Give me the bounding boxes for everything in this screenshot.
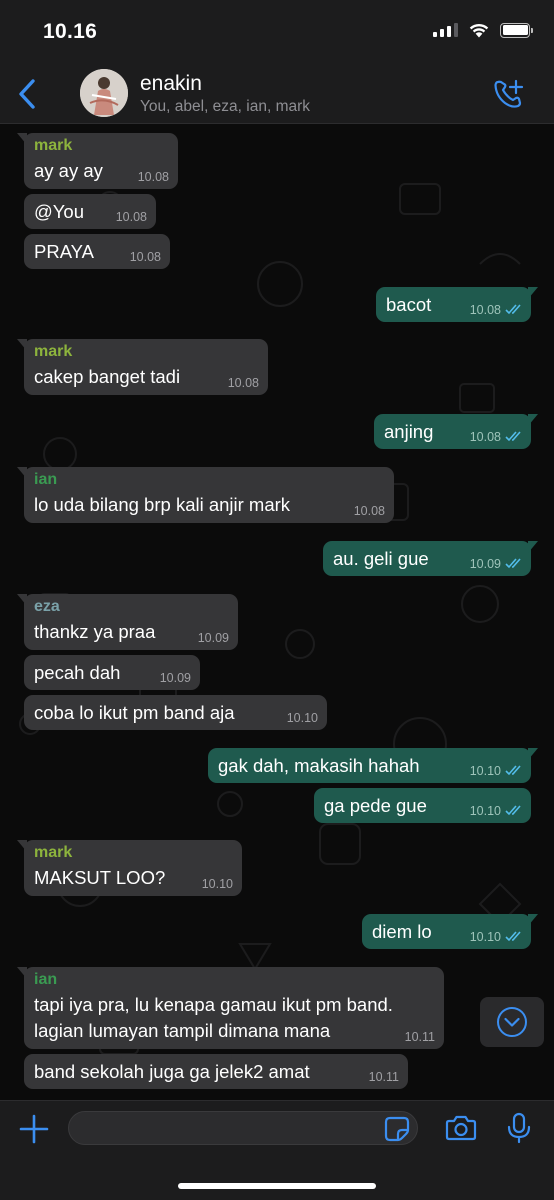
message-bubble-outgoing[interactable]: anjing 10.08 <box>374 414 538 449</box>
chat-header: enakin You, abel, eza, ian, mark <box>0 62 554 124</box>
message-time: 10.10 <box>201 877 233 891</box>
message-text: thankz ya praa <box>34 621 156 642</box>
message-bubble-outgoing[interactable]: gak dah, makasih hahah 10.10 <box>208 748 538 783</box>
attach-button[interactable] <box>18 1113 50 1145</box>
message-text: gak dah, makasih hahah <box>218 755 420 776</box>
battery-icon <box>500 22 533 38</box>
message-time: 10.08 <box>353 504 385 518</box>
message-bubble-incoming[interactable]: pecah dah 10.09 <box>24 655 200 690</box>
message-time: 10.08 <box>115 210 147 224</box>
add-call-icon <box>494 79 524 108</box>
add-call-button[interactable] <box>492 78 526 110</box>
message-time: 10.09 <box>197 631 229 645</box>
message-time: 10.10 <box>469 930 501 944</box>
message-list[interactable]: mark ay ay ay 10.08 @You 10.08 PRAYA 10.… <box>0 124 554 1100</box>
compose-bar <box>0 1100 554 1200</box>
chat-members[interactable]: You, abel, eza, ian, mark <box>140 98 310 116</box>
message-time: 10.08 <box>137 170 169 184</box>
home-indicator[interactable] <box>178 1183 376 1189</box>
back-button[interactable] <box>14 77 40 111</box>
message-time: 10.08 <box>227 376 259 390</box>
message-bubble-incoming[interactable]: mark ay ay ay 10.08 <box>17 133 178 189</box>
message-bubble-incoming[interactable]: mark cakep banget tadi 10.08 <box>17 339 268 395</box>
message-sender: mark <box>34 844 73 861</box>
message-bubble-incoming[interactable]: ian lo uda bilang brp kali anjir mark 10… <box>17 467 394 523</box>
status-icons <box>433 22 533 38</box>
message-bubble-outgoing[interactable]: diem lo 10.10 <box>362 914 538 949</box>
message-text: MAKSUT LOO? <box>34 867 166 888</box>
camera-button[interactable] <box>445 1114 477 1142</box>
message-text: band sekolah juga ga jelek2 amat <box>34 1061 310 1082</box>
message-bubble-incoming[interactable]: band sekolah juga ga jelek2 amat 10.11 <box>24 1054 408 1089</box>
message-bubble-incoming[interactable]: mark MAKSUT LOO? 10.10 <box>17 840 242 896</box>
plus-icon <box>19 1114 49 1144</box>
message-text: PRAYA <box>34 241 94 262</box>
message-bubble-incoming[interactable]: @You 10.08 <box>24 194 156 229</box>
cellular-signal-icon <box>433 23 458 37</box>
message-sender: mark <box>34 343 73 360</box>
message-text: anjing <box>384 421 434 442</box>
message-text: bacot <box>386 294 432 315</box>
scroll-to-bottom-button[interactable] <box>480 997 544 1047</box>
message-time: 10.11 <box>404 1030 435 1044</box>
message-text: @You <box>34 201 84 222</box>
message-time: 10.08 <box>469 303 501 317</box>
message-input[interactable] <box>68 1111 418 1145</box>
message-bubble-outgoing[interactable]: ga pede gue 10.10 <box>314 788 531 823</box>
message-bubble-outgoing[interactable]: au. geli gue 10.09 <box>323 541 538 576</box>
message-text-line1: tapi iya pra, lu kenapa gamau ikut pm ba… <box>34 994 393 1015</box>
message-text: au. geli gue <box>333 548 429 569</box>
message-time: 10.08 <box>469 430 501 444</box>
double-check-icon <box>505 931 521 942</box>
message-time: 10.10 <box>469 764 501 778</box>
camera-icon <box>445 1115 477 1141</box>
sticker-button[interactable] <box>384 1116 410 1142</box>
double-check-icon <box>505 805 521 816</box>
double-check-icon <box>505 304 521 315</box>
chevron-left-icon <box>19 79 35 109</box>
message-bubble-incoming[interactable]: coba lo ikut pm band aja 10.10 <box>24 695 327 730</box>
message-text: ay ay ay <box>34 160 103 181</box>
sticker-icon <box>384 1116 410 1142</box>
message-bubble-incoming[interactable]: eza thankz ya praa 10.09 <box>17 594 238 650</box>
message-time: 10.10 <box>286 711 318 725</box>
message-text: diem lo <box>372 921 432 942</box>
double-check-icon <box>505 558 521 569</box>
message-text: cakep banget tadi <box>34 366 181 387</box>
message-bubble-incoming[interactable]: ian tapi iya pra, lu kenapa gamau ikut p… <box>17 967 444 1049</box>
status-time: 10.16 <box>43 20 98 43</box>
double-check-icon <box>505 765 521 776</box>
group-avatar[interactable] <box>80 69 128 117</box>
microphone-button[interactable] <box>506 1112 532 1144</box>
message-sender: ian <box>34 471 58 488</box>
message-sender: eza <box>34 598 60 615</box>
message-text: pecah dah <box>34 662 121 683</box>
chat-title[interactable]: enakin <box>140 72 202 96</box>
chevron-down-icon <box>497 1007 527 1037</box>
message-time: 10.09 <box>469 557 501 571</box>
status-bar: 10.16 <box>0 0 554 62</box>
message-bubble-outgoing[interactable]: bacot 10.08 <box>376 287 538 322</box>
message-text: lo uda bilang brp kali anjir mark <box>34 494 291 515</box>
message-time: 10.10 <box>469 804 501 818</box>
message-sender: ian <box>34 971 58 988</box>
message-time: 10.11 <box>368 1070 399 1084</box>
message-text-line2: lagian lumayan tampil dimana mana <box>34 1020 331 1041</box>
wifi-icon <box>469 23 489 38</box>
message-time: 10.08 <box>129 250 161 264</box>
double-check-icon <box>505 431 521 442</box>
microphone-icon <box>507 1112 531 1144</box>
message-sender: mark <box>34 137 73 154</box>
message-text: ga pede gue <box>324 795 427 816</box>
message-bubble-incoming[interactable]: PRAYA 10.08 <box>24 234 170 269</box>
message-text: coba lo ikut pm band aja <box>34 702 235 723</box>
message-time: 10.09 <box>159 671 191 685</box>
